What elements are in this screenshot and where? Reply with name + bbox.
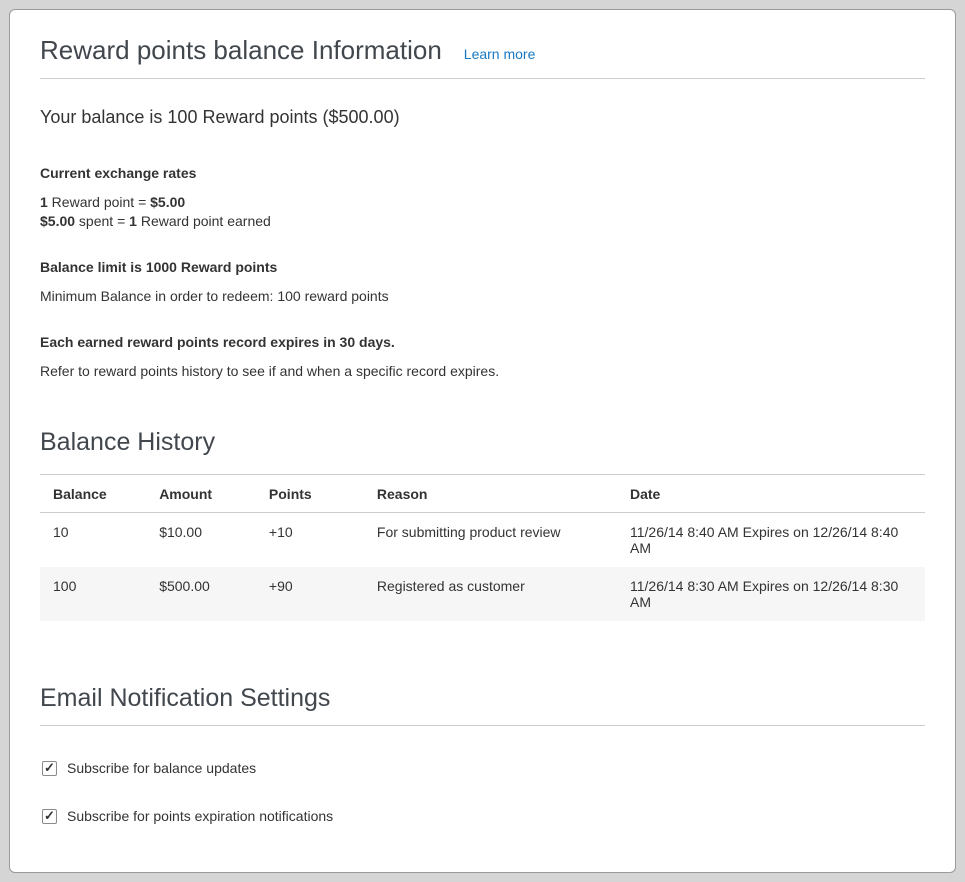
balance-summary: Your balance is 100 Reward points ($500.… bbox=[40, 106, 925, 128]
subscribe-expiration-row[interactable]: Subscribe for points expiration notifica… bbox=[40, 807, 925, 825]
rate-earn-points: 1 bbox=[40, 194, 48, 210]
minimum-redeem-text: Minimum Balance in order to redeem: 100 … bbox=[40, 287, 925, 306]
table-header-points: Points bbox=[256, 475, 364, 513]
exchange-rates-heading: Current exchange rates bbox=[40, 164, 925, 182]
subscribe-expiration-checkbox[interactable] bbox=[42, 809, 57, 824]
cell-date: 11/26/14 8:40 AM Expires on 12/26/14 8:4… bbox=[617, 513, 925, 568]
expiration-block: Each earned reward points record expires… bbox=[40, 333, 925, 381]
cell-amount: $10.00 bbox=[146, 513, 256, 568]
learn-more-link[interactable]: Learn more bbox=[464, 46, 536, 62]
table-header-row: Balance Amount Points Reason Date bbox=[40, 475, 925, 513]
balance-limit-block: Balance limit is 1000 Reward points Mini… bbox=[40, 258, 925, 306]
cell-reason: For submitting product review bbox=[364, 513, 617, 568]
email-settings-heading: Email Notification Settings bbox=[40, 683, 925, 726]
rate-spend-middle: spent = bbox=[75, 213, 129, 229]
subscribe-balance-row[interactable]: Subscribe for balance updates bbox=[40, 759, 925, 777]
exchange-rate-earn: 1 Reward point = $5.00 $5.00 spent = 1 R… bbox=[40, 193, 925, 231]
table-header-balance: Balance bbox=[40, 475, 146, 513]
balance-limit-heading: Balance limit is 1000 Reward points bbox=[40, 258, 925, 276]
cell-amount: $500.00 bbox=[146, 567, 256, 621]
subscribe-expiration-label: Subscribe for points expiration notifica… bbox=[67, 807, 333, 825]
table-header-date: Date bbox=[617, 475, 925, 513]
page-header: Reward points balance Information Learn … bbox=[40, 10, 925, 79]
page-background: Reward points balance Information Learn … bbox=[0, 0, 965, 882]
reward-points-card: Reward points balance Information Learn … bbox=[9, 9, 956, 873]
table-header-reason: Reason bbox=[364, 475, 617, 513]
cell-balance: 10 bbox=[40, 513, 146, 568]
balance-history-table: Balance Amount Points Reason Date 10 $10… bbox=[40, 474, 925, 621]
cell-balance: 100 bbox=[40, 567, 146, 621]
rate-spend-amount: $5.00 bbox=[40, 213, 75, 229]
expiration-heading: Each earned reward points record expires… bbox=[40, 333, 925, 351]
cell-points: +10 bbox=[256, 513, 364, 568]
rate-earn-amount: $5.00 bbox=[150, 194, 185, 210]
table-row: 10 $10.00 +10 For submitting product rev… bbox=[40, 513, 925, 568]
cell-points: +90 bbox=[256, 567, 364, 621]
exchange-rates-block: Current exchange rates 1 Reward point = … bbox=[40, 164, 925, 231]
cell-date: 11/26/14 8:30 AM Expires on 12/26/14 8:3… bbox=[617, 567, 925, 621]
subscribe-balance-label: Subscribe for balance updates bbox=[67, 759, 256, 777]
table-head: Balance Amount Points Reason Date bbox=[40, 475, 925, 513]
rate-spend-tail: Reward point earned bbox=[137, 213, 271, 229]
page-title: Reward points balance Information bbox=[40, 34, 442, 66]
table-body: 10 $10.00 +10 For submitting product rev… bbox=[40, 513, 925, 622]
cell-reason: Registered as customer bbox=[364, 567, 617, 621]
subscribe-balance-checkbox[interactable] bbox=[42, 761, 57, 776]
rate-spend-points: 1 bbox=[129, 213, 137, 229]
table-row: 100 $500.00 +90 Registered as customer 1… bbox=[40, 567, 925, 621]
expiration-note: Refer to reward points history to see if… bbox=[40, 362, 925, 381]
table-header-amount: Amount bbox=[146, 475, 256, 513]
balance-history-heading: Balance History bbox=[40, 427, 925, 458]
rate-earn-middle: Reward point = bbox=[48, 194, 150, 210]
